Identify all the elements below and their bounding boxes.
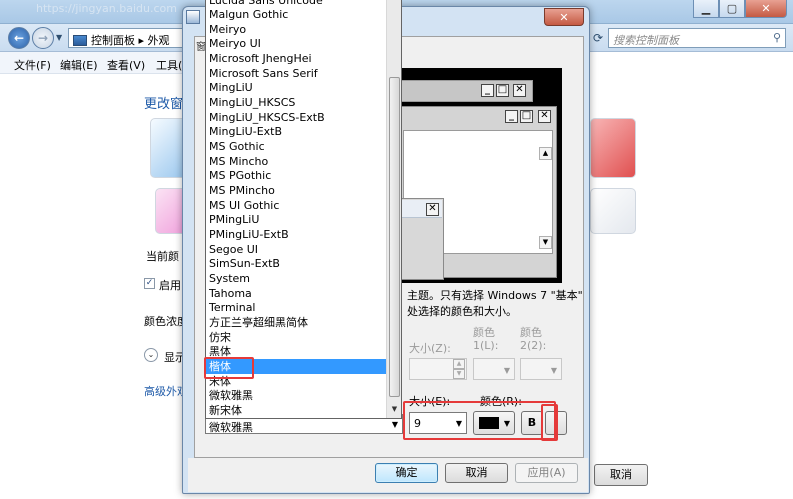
preview-active-maximize-icon: □ bbox=[520, 110, 533, 123]
font-list-scrollbar[interactable]: ▼ bbox=[386, 0, 401, 418]
italic-highlight bbox=[541, 404, 558, 441]
font-option[interactable]: MingLiU bbox=[206, 80, 387, 95]
size-disabled-label: 大小(Z): bbox=[409, 342, 451, 355]
color2-dropdown-disabled: ▼ bbox=[520, 358, 562, 380]
font-format-highlight bbox=[403, 401, 556, 440]
color1-label: 颜色 1(L): bbox=[473, 326, 499, 352]
preview-active-close-icon: ✕ bbox=[538, 110, 551, 123]
font-option[interactable]: MingLiU-ExtB bbox=[206, 124, 387, 139]
preview-minimize-icon: _ bbox=[481, 84, 494, 97]
theme-description: 主题。只有选择 Windows 7 "基本" 处选择的颜色和大小。 bbox=[407, 289, 583, 318]
font-option[interactable]: MS Gothic bbox=[206, 139, 387, 154]
preview-scroll-down-icon: ▼ bbox=[539, 236, 552, 249]
maximize-button[interactable]: ▢ bbox=[719, 0, 745, 18]
color-tile-red[interactable] bbox=[590, 118, 636, 178]
font-option[interactable]: 新宋体 bbox=[206, 403, 387, 418]
dialog-close-button[interactable]: ✕ bbox=[544, 8, 584, 26]
font-option[interactable]: 微软雅黑 bbox=[206, 388, 387, 403]
menu-tools[interactable]: 工具( bbox=[156, 57, 182, 73]
preview-maximize-icon: □ bbox=[496, 84, 509, 97]
menu-file[interactable]: 文件(F) bbox=[14, 57, 51, 73]
font-option[interactable]: Meiryo bbox=[206, 22, 387, 37]
chevron-down-icon[interactable]: ⌄ bbox=[144, 348, 158, 362]
chevron-down-icon: ▼ bbox=[391, 420, 398, 429]
chevron-down-icon: ▼ bbox=[550, 366, 557, 375]
close-button[interactable]: ✕ bbox=[745, 0, 787, 18]
preview-scroll-up-icon: ▲ bbox=[539, 147, 552, 160]
window-url-ghost: https://jingyan.baidu.com bbox=[36, 2, 177, 15]
minimize-button[interactable]: ▁ bbox=[693, 0, 719, 18]
address-bar[interactable]: 控制面板 ▸ 外观 bbox=[68, 28, 198, 48]
font-option[interactable]: Terminal bbox=[206, 300, 387, 315]
color2-label: 颜色 2(2): bbox=[520, 326, 547, 352]
preview-active-minimize-icon: _ bbox=[505, 110, 518, 123]
scroll-down-icon[interactable]: ▼ bbox=[389, 403, 400, 416]
control-panel-icon bbox=[73, 35, 87, 46]
font-option[interactable]: MS Mincho bbox=[206, 154, 387, 169]
font-option[interactable]: MingLiU_HKSCS bbox=[206, 95, 387, 110]
page-heading: 更改窗 bbox=[144, 97, 184, 112]
font-option[interactable]: MS UI Gothic bbox=[206, 198, 387, 213]
font-option[interactable]: Tahoma bbox=[206, 286, 387, 301]
color1-dropdown-disabled: ▼ bbox=[473, 358, 515, 380]
search-input[interactable]: 搜索控制面板 ⚲ bbox=[608, 28, 786, 48]
address-text: 控制面板 ▸ 外观 bbox=[91, 34, 170, 47]
scrollbar-thumb[interactable] bbox=[389, 77, 400, 397]
window-controls: ▁ ▢ ✕ bbox=[693, 0, 787, 18]
font-option[interactable]: Microsoft JhengHei bbox=[206, 51, 387, 66]
back-button[interactable]: ← bbox=[8, 27, 30, 49]
menu-bar: 文件(F) 编辑(E) 查看(V) 工具( bbox=[0, 52, 190, 74]
font-option[interactable]: System bbox=[206, 271, 387, 286]
font-option[interactable]: MS PMincho bbox=[206, 183, 387, 198]
spin-up-icon: ▲ bbox=[453, 359, 465, 369]
font-option[interactable]: Segoe UI bbox=[206, 242, 387, 257]
search-icon[interactable]: ⚲ bbox=[773, 31, 781, 44]
font-option[interactable]: SimSun-ExtB bbox=[206, 256, 387, 271]
search-placeholder: 搜索控制面板 bbox=[613, 34, 679, 47]
enable-transparency-checkbox[interactable]: ✓ bbox=[144, 278, 155, 289]
spin-down-icon: ▼ bbox=[453, 369, 465, 379]
current-color-label: 当前颜 bbox=[146, 250, 179, 263]
ok-button[interactable]: 确定 bbox=[375, 463, 438, 483]
forward-button[interactable]: → bbox=[32, 27, 54, 49]
font-option[interactable]: PMingLiU bbox=[206, 212, 387, 227]
font-option[interactable]: Microsoft Sans Serif bbox=[206, 66, 387, 81]
font-option[interactable]: PMingLiU-ExtB bbox=[206, 227, 387, 242]
color-tile-white[interactable] bbox=[590, 188, 636, 234]
font-option[interactable]: 方正兰亭超细黑简体 bbox=[206, 315, 387, 330]
font-option[interactable]: Meiryo UI bbox=[206, 36, 387, 51]
preview-close-icon: ✕ bbox=[513, 84, 526, 97]
recent-pages-dropdown-icon[interactable]: ▼ bbox=[56, 33, 62, 42]
menu-view[interactable]: 查看(V) bbox=[107, 57, 145, 73]
cancel-button[interactable]: 取消 bbox=[445, 463, 508, 483]
selected-font-highlight bbox=[204, 357, 254, 379]
menu-edit[interactable]: 编辑(E) bbox=[60, 57, 98, 73]
chevron-down-icon: ▼ bbox=[503, 366, 510, 375]
apply-button: 应用(A) bbox=[515, 463, 578, 483]
font-option[interactable]: 仿宋 bbox=[206, 330, 387, 345]
font-option[interactable]: Malgun Gothic bbox=[206, 7, 387, 22]
enable-label: 启用 bbox=[159, 279, 181, 292]
preview-message-close-icon: ✕ bbox=[426, 203, 439, 216]
refresh-icon[interactable]: ⟳ bbox=[588, 28, 608, 48]
font-option[interactable]: MingLiU_HKSCS-ExtB bbox=[206, 110, 387, 125]
font-option[interactable]: MS PGothic bbox=[206, 168, 387, 183]
explorer-cancel-button[interactable]: 取消 bbox=[594, 464, 648, 486]
dialog-title-icon bbox=[186, 10, 200, 24]
font-select-value: 微软雅黑 bbox=[209, 421, 253, 434]
